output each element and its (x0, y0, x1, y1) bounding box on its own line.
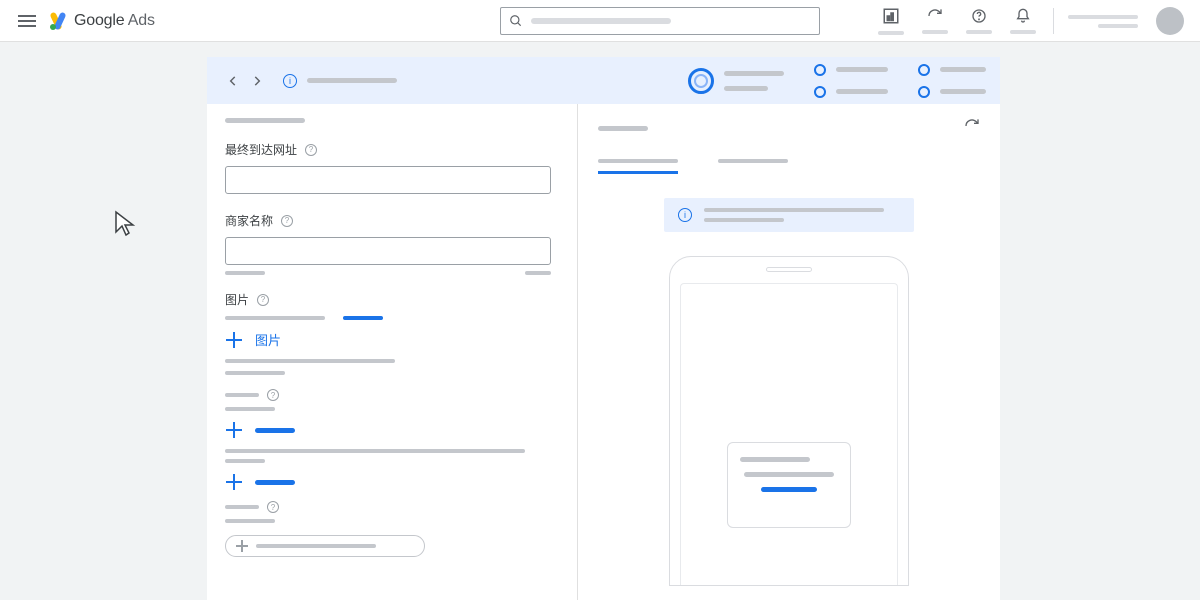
forward-button[interactable] (245, 69, 269, 93)
business-name-input[interactable] (225, 237, 551, 265)
preview-tab-1[interactable] (598, 159, 678, 174)
final-url-label: 最终到达网址? (225, 141, 559, 158)
step-3a[interactable] (918, 64, 986, 76)
chevron-left-icon (226, 74, 240, 88)
notifications-button[interactable] (1005, 8, 1041, 34)
avatar[interactable] (1156, 7, 1184, 35)
preview-info-banner: i (664, 198, 914, 232)
reports-button[interactable] (873, 7, 909, 35)
stepper-bar: i (207, 57, 1000, 104)
add-images-button[interactable]: 图片 (225, 330, 559, 349)
step-indicator-icon (814, 86, 826, 98)
step-group-3 (918, 64, 986, 98)
add-item-2-button[interactable] (225, 473, 559, 491)
brand-text: Google Ads (74, 12, 155, 30)
step-title-placeholder (307, 78, 397, 83)
info-icon[interactable]: i (283, 74, 297, 88)
ad-cta-placeholder (761, 487, 817, 492)
refresh-button[interactable] (917, 8, 953, 34)
search-placeholder (531, 18, 671, 24)
plus-icon (225, 331, 243, 349)
ad-preview: i (578, 104, 1000, 600)
add-chip-button[interactable] (225, 535, 425, 557)
step-2b[interactable] (814, 86, 888, 98)
help-icon[interactable]: ? (305, 144, 317, 156)
step-indicator-icon (918, 64, 930, 76)
back-button[interactable] (221, 69, 245, 93)
ad-form: 最终到达网址? 商家名称? 图片? 图片 ? (207, 104, 577, 600)
phone-screen (680, 283, 898, 585)
add-item-1-button[interactable] (225, 421, 559, 439)
help-icon[interactable]: ? (267, 389, 279, 401)
refresh-icon (964, 118, 980, 134)
stepper-steps (688, 64, 986, 98)
account-label (1066, 15, 1138, 28)
preview-tab-2[interactable] (718, 159, 788, 174)
phone-speaker-icon (766, 267, 812, 272)
step-indicator-icon (814, 64, 826, 76)
help-button[interactable] (961, 8, 997, 34)
info-icon: i (678, 208, 692, 222)
step-2a[interactable] (814, 64, 888, 76)
plus-icon (225, 473, 243, 491)
preview-refresh-button[interactable] (964, 118, 980, 139)
topbar: Google Ads (0, 0, 1200, 42)
preview-tabs (598, 159, 980, 174)
help-icon[interactable]: ? (257, 294, 269, 306)
brand-logo: Google Ads (50, 12, 155, 30)
phone-mockup (669, 256, 909, 586)
step-group-2 (814, 64, 888, 98)
images-label: 图片? (225, 291, 559, 308)
step-3b[interactable] (918, 86, 986, 98)
ads-logo-icon (50, 12, 68, 30)
section-title-placeholder (225, 118, 305, 123)
business-name-label: 商家名称? (225, 212, 559, 229)
step-indicator-active-icon (688, 68, 714, 94)
preview-title-placeholder (598, 126, 648, 131)
divider (1053, 8, 1054, 34)
final-url-input[interactable] (225, 166, 551, 194)
topbar-actions (873, 0, 1184, 42)
ad-card (727, 442, 851, 528)
bell-icon (1015, 8, 1031, 24)
search-icon (509, 14, 523, 28)
workspace: i 最终到达网址? 商家名称? (207, 57, 1000, 600)
refresh-icon (927, 8, 943, 24)
help-icon[interactable]: ? (281, 215, 293, 227)
cursor-icon (113, 210, 137, 238)
step-indicator-icon (918, 86, 930, 98)
help-icon[interactable]: ? (267, 501, 279, 513)
plus-icon (225, 421, 243, 439)
images-link[interactable] (343, 316, 383, 320)
menu-icon[interactable] (18, 12, 36, 30)
search-input[interactable] (500, 7, 820, 35)
bar-chart-icon (882, 7, 900, 25)
chevron-right-icon (250, 74, 264, 88)
step-current[interactable] (688, 68, 784, 94)
plus-icon (236, 540, 248, 552)
help-icon (971, 8, 987, 24)
